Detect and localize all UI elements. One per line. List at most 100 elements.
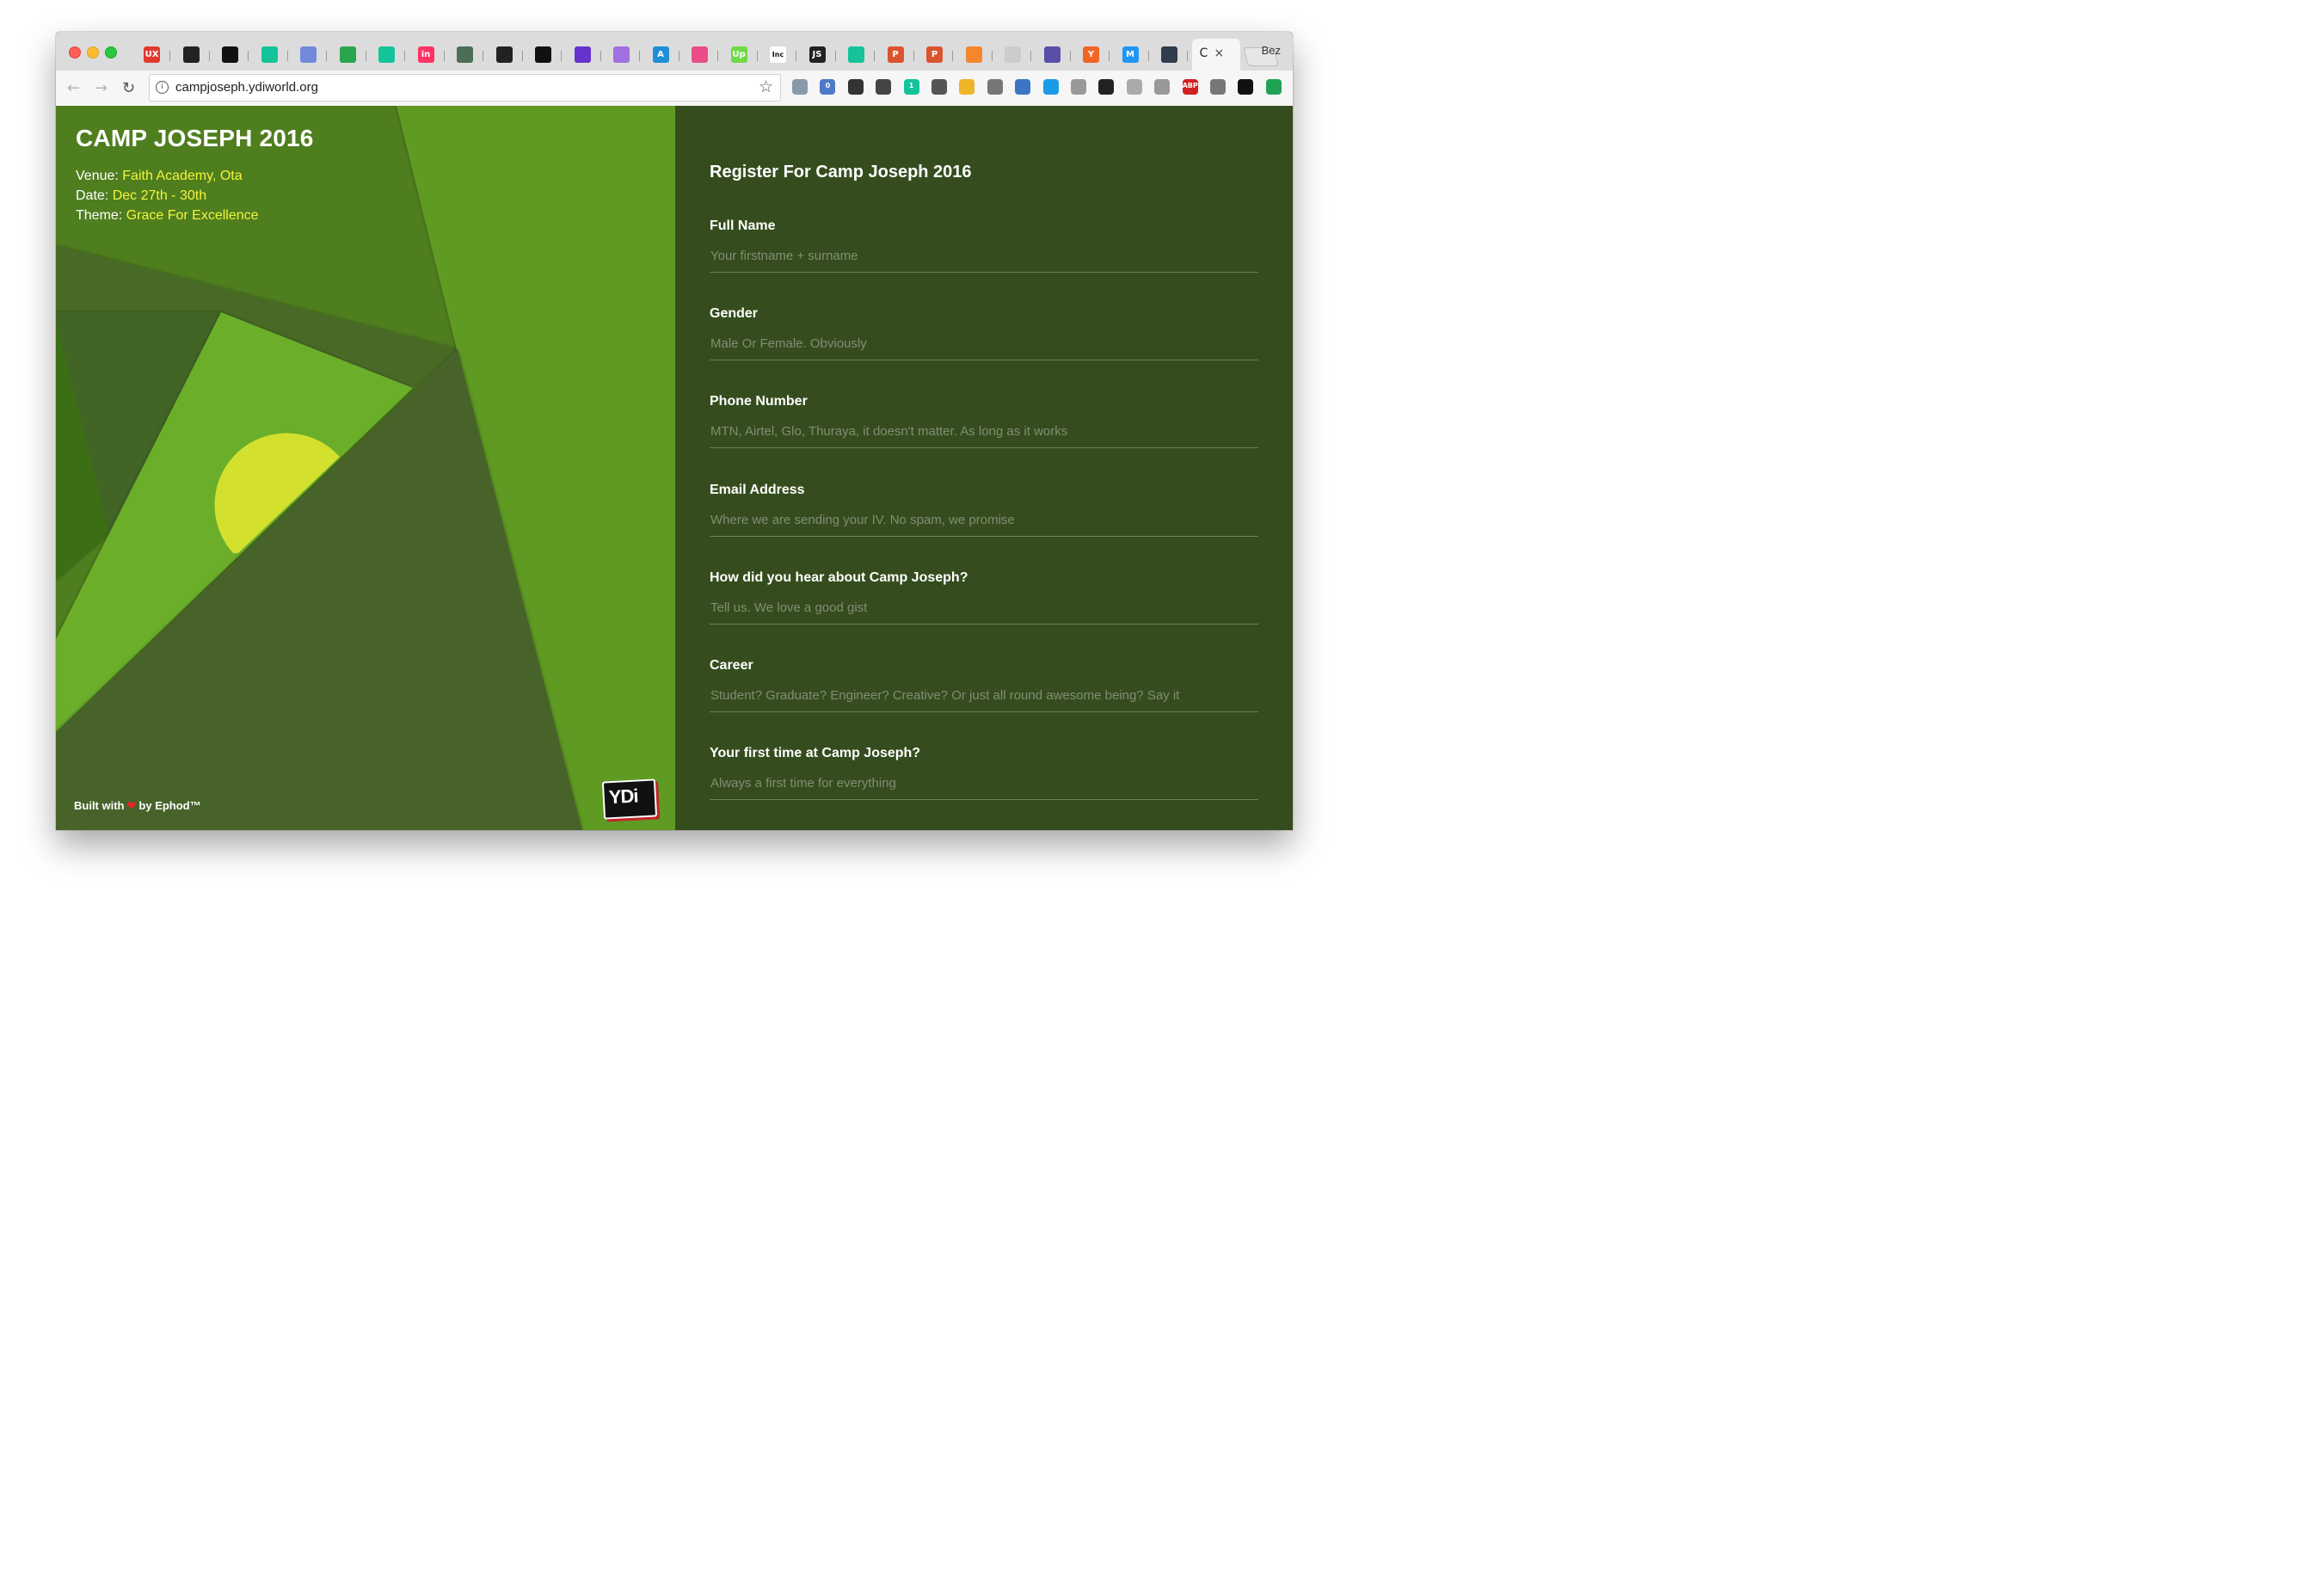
browser-tab[interactable] (1036, 42, 1073, 68)
referral-source-label: How did you hear about Camp Joseph? (710, 570, 968, 585)
dollar-icon (339, 46, 356, 63)
upwork-icon: Up (730, 46, 747, 63)
bird-icon[interactable] (1238, 79, 1254, 95)
tab-separator (913, 51, 914, 61)
tab-separator (874, 51, 875, 61)
grammarly-icon[interactable]: 1 (903, 79, 919, 95)
career-label: Career (710, 658, 753, 673)
career-input[interactable] (710, 682, 1258, 712)
full-name-input[interactable] (710, 243, 1258, 273)
footer-prefix: Built with (74, 799, 125, 812)
date-value: Dec 27th - 30th (112, 188, 207, 203)
hand-icon (457, 46, 473, 63)
browser-tab[interactable]: Inc (761, 42, 799, 68)
reload-icon[interactable]: ↻ (122, 79, 135, 97)
browser-tab[interactable]: P (918, 42, 956, 68)
eyedropper-icon[interactable] (1015, 79, 1031, 95)
browser-tab[interactable]: P (879, 42, 917, 68)
theme-value: Grace For Excellence (126, 208, 259, 223)
invision-icon: in (417, 46, 434, 63)
contrast-icon[interactable] (1098, 79, 1115, 95)
globe-icon[interactable] (1071, 79, 1086, 95)
medium-icon (848, 46, 864, 63)
tab-separator (443, 51, 445, 61)
info-icon[interactable]: i (156, 81, 169, 94)
s-icon[interactable] (987, 79, 1003, 95)
tab-separator (717, 51, 718, 61)
square-icon (222, 46, 238, 63)
browser-tab-active[interactable]: C × (1191, 39, 1240, 71)
browser-tab[interactable] (839, 42, 877, 68)
footer-credit: Built with ❤ by Ephod™ (74, 799, 201, 813)
browser-tab[interactable] (213, 42, 251, 68)
event-title: CAMP JOSEPH 2016 (76, 125, 314, 151)
phone-number-input[interactable] (710, 418, 1258, 448)
browser-tab[interactable]: JS (801, 42, 839, 68)
tab-separator (561, 51, 562, 61)
camera-icon[interactable] (876, 79, 892, 95)
browser-tab[interactable] (1153, 42, 1190, 68)
evernote-icon[interactable] (847, 79, 864, 95)
tab-separator (326, 51, 327, 61)
a-icon: A (652, 46, 669, 63)
browser-tab[interactable] (488, 42, 526, 68)
profile-button[interactable]: Bez (1262, 44, 1281, 57)
browser-tab[interactable] (448, 42, 486, 68)
browser-tab[interactable]: UX (135, 42, 173, 68)
url-text[interactable]: campjoseph.ydiworld.org (175, 80, 318, 95)
tab-separator (169, 51, 170, 61)
maximize-window-button[interactable] (105, 46, 117, 58)
forward-arrow-icon[interactable]: → (95, 79, 108, 97)
adblock-icon-badge: ABP (1182, 82, 1198, 89)
email-address-input[interactable] (710, 507, 1258, 537)
browser-tab[interactable] (683, 42, 721, 68)
browser-tab[interactable] (175, 42, 212, 68)
ghost-icon-badge: 0 (825, 82, 831, 89)
tab-separator (286, 51, 288, 61)
browser-tab[interactable] (292, 42, 329, 68)
browser-tab[interactable]: Up (722, 42, 760, 68)
at-icon[interactable] (1042, 79, 1059, 95)
dribbble-icon (692, 46, 708, 63)
browser-tab[interactable] (957, 42, 995, 68)
adblock-icon[interactable]: ABP (1182, 79, 1198, 95)
browser-tab[interactable] (566, 42, 604, 68)
grid-icon[interactable] (1154, 79, 1171, 95)
tab-separator (1147, 51, 1149, 61)
browser-tab[interactable] (331, 42, 369, 68)
form-title: Register For Camp Joseph 2016 (710, 163, 972, 182)
first-time-input[interactable] (710, 770, 1258, 800)
browser-tab[interactable]: in (409, 42, 447, 68)
browser-tab[interactable] (526, 42, 564, 68)
folder-icon[interactable] (959, 79, 975, 95)
browser-tab[interactable] (605, 42, 642, 68)
tab-bar: UX in A Up Inc JS P P Y M C × Bez (56, 32, 1293, 71)
film-icon[interactable] (1210, 79, 1226, 95)
browser-window: UX in A Up Inc JS P P Y M C × Bez ← → ↻ i campjosep… (56, 32, 1293, 830)
upload-icon[interactable] (1265, 79, 1282, 95)
ux-icon: UX (144, 46, 160, 63)
back-arrow-icon[interactable]: ← (67, 79, 80, 97)
active-tab-label: C (1199, 46, 1208, 60)
address-bar[interactable]: i campjoseph.ydiworld.org ☆ (149, 74, 781, 102)
browser-tab[interactable]: A (644, 42, 682, 68)
download-icon (1161, 46, 1177, 63)
bookmark-star-icon[interactable]: ☆ (759, 77, 773, 96)
magnifier-icon[interactable] (792, 79, 808, 95)
browser-tab[interactable] (996, 42, 1034, 68)
browser-tab[interactable]: Y (1074, 42, 1112, 68)
rocket-icon[interactable] (1126, 79, 1142, 95)
browser-tab[interactable] (253, 42, 291, 68)
tab-separator (404, 51, 405, 61)
gender-input[interactable] (710, 330, 1258, 360)
close-window-button[interactable] (69, 46, 81, 58)
minimize-window-button[interactable] (87, 46, 99, 58)
first-time-label: Your first time at Camp Joseph? (710, 746, 921, 760)
ghost-icon[interactable]: 0 (820, 79, 836, 95)
referral-source-input[interactable] (710, 594, 1258, 625)
close-tab-icon[interactable]: × (1214, 46, 1225, 60)
pocket-icon[interactable] (931, 79, 947, 95)
browser-tab[interactable] (370, 42, 408, 68)
browser-tab[interactable]: M (1114, 42, 1152, 68)
full-name-label: Full Name (710, 218, 776, 233)
